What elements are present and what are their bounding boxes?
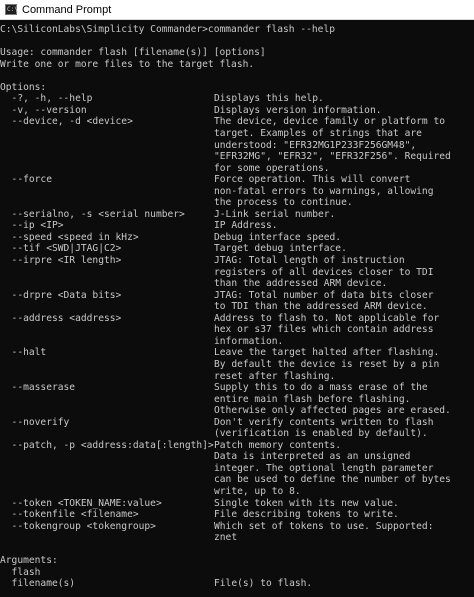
option-name: --halt: [0, 347, 47, 359]
command-prompt-icon: C:\: [5, 4, 18, 15]
option-name: --tokengroup <tokengroup>: [0, 520, 156, 532]
option-name: --force: [0, 174, 52, 186]
option-description: Debug interface speed.: [214, 231, 342, 243]
option-description: hex or s37 files which contain address: [214, 324, 434, 336]
usage-line: Usage: commander flash [filename(s)] [op…: [0, 47, 266, 59]
option-description: Don't verify contents written to flash: [214, 416, 434, 428]
option-name: --address <address>: [0, 312, 122, 324]
argument-name: filename(s): [0, 578, 76, 590]
option-name: --patch, -p <address:data[:length]>: [0, 439, 214, 451]
option-name: --device, -d <device>: [0, 116, 133, 128]
window-title: Command Prompt: [22, 4, 112, 16]
summary-line: Write one or more files to the target fl…: [0, 58, 255, 70]
option-description: information.: [214, 335, 284, 347]
title-bar[interactable]: C:\ Command Prompt: [0, 0, 474, 20]
option-description: Leave the target halted after flashing.: [214, 347, 440, 359]
option-description: entire main flash before flashing.: [214, 393, 411, 405]
option-description: By default the device is reset by a pin: [214, 358, 440, 370]
option-description: (verification is enabled by default).: [214, 428, 428, 440]
option-description: IP Address.: [214, 220, 278, 232]
option-description: Single token with its new value.: [214, 497, 399, 509]
option-description: Which set of tokens to use. Supported:: [214, 520, 434, 532]
option-description: for some operations.: [214, 162, 330, 174]
option-name: --noverify: [0, 416, 70, 428]
option-description: Target debug interface.: [214, 243, 347, 255]
option-description: Address to flash to. Not applicable for: [214, 312, 440, 324]
option-description: than the addressed ARM device.: [214, 278, 388, 290]
option-name: --tokenfile <filename>: [0, 509, 139, 521]
option-description: to TDI than the addressed ARM device.: [214, 301, 428, 313]
prompt-line: C:\SiliconLabs\Simplicity Commander>comm…: [0, 24, 336, 35]
option-description: non-fatal errors to warnings, allowing: [214, 185, 434, 197]
arguments-header: Arguments:: [0, 555, 58, 567]
option-name: --irpre <IR length>: [0, 255, 122, 266]
option-description: JTAG: Total length of instruction: [214, 255, 405, 266]
option-description: The device, device family or platform to: [214, 116, 446, 128]
option-description: "EFR32MG", "EFR32", "EFR32F256". Require…: [214, 151, 451, 163]
option-description: Otherwise only affected pages are erased…: [214, 405, 451, 417]
option-name: --speed <speed in kHz>: [0, 231, 139, 243]
option-description: can be used to define the number of byte…: [214, 474, 451, 486]
options-header: Options:: [0, 81, 47, 93]
option-name: --masserase: [0, 382, 76, 394]
option-description: understood: "EFR32MG1P233F256GM48",: [214, 139, 417, 151]
option-description: target. Examples of strings that are: [214, 127, 422, 139]
option-description: JTAG: Total number of data bits closer: [214, 289, 434, 301]
option-description: J-Link serial number.: [214, 208, 336, 220]
option-description: write, up to 8.: [214, 486, 301, 497]
option-description: Supply this to do a mass erase of the: [214, 382, 428, 394]
option-name: --drpre <Data bits>: [0, 289, 122, 301]
argument-description: File(s) to flash.: [214, 578, 313, 590]
option-description: the process to continue.: [214, 197, 353, 209]
option-description: File describing tokens to write.: [214, 509, 399, 521]
option-description: znet: [214, 532, 238, 544]
option-description: registers of all devices closer to TDI: [214, 266, 434, 278]
option-name: --tif <SWD|JTAG|C2>: [0, 243, 122, 255]
option-name: --token <TOKEN_NAME:value>: [0, 497, 162, 509]
option-name: --ip <IP>: [0, 220, 64, 232]
option-description: Data is interpreted as an unsigned: [214, 451, 411, 463]
option-name: -?, -h, --help: [0, 93, 93, 105]
console-output[interactable]: C:\SiliconLabs\Simplicity Commander>comm…: [0, 20, 474, 597]
option-description: Displays this help.: [214, 93, 324, 105]
option-description: Force operation. This will convert: [214, 174, 411, 186]
option-description: reset after flashing.: [214, 370, 336, 382]
argument-name: flash: [0, 566, 41, 578]
option-description: Displays version information.: [214, 104, 382, 116]
command-prompt-window: C:\ Command Prompt C:\SiliconLabs\Simpli…: [0, 0, 474, 597]
option-description: integer. The optional length parameter: [214, 462, 434, 474]
option-name: -v, --version: [0, 104, 87, 116]
option-description: Patch memory contents.: [214, 439, 342, 451]
option-name: --serialno, -s <serial number>: [0, 208, 185, 220]
